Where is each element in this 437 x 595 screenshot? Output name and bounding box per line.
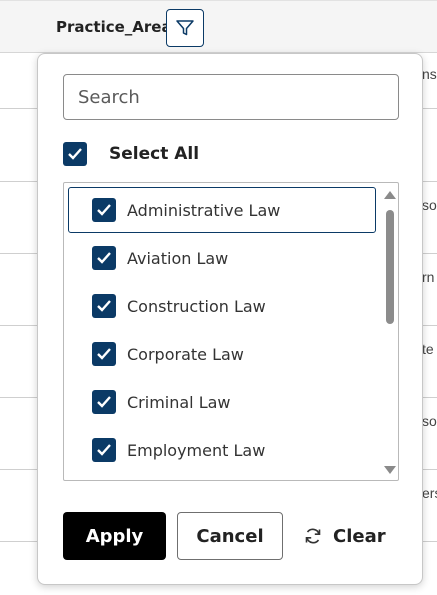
select-all-checkbox[interactable] xyxy=(63,142,87,166)
filter-funnel-icon xyxy=(176,20,194,36)
filter-popup: Select All Administrative Law Aviation L… xyxy=(37,53,423,585)
checkmark-icon xyxy=(97,300,111,312)
column-filter-button[interactable] xyxy=(166,9,204,47)
option-label: Aviation Law xyxy=(127,248,229,268)
filter-options-list[interactable]: Administrative Law Aviation Law Construc… xyxy=(63,182,399,481)
option-checkbox[interactable] xyxy=(92,342,116,366)
checkmark-icon xyxy=(97,204,111,216)
checkmark-icon xyxy=(97,396,111,408)
scrollbar-thumb[interactable] xyxy=(386,210,394,324)
search-input[interactable] xyxy=(63,74,399,120)
filter-option[interactable]: Criminal Law xyxy=(68,379,376,425)
refresh-icon xyxy=(305,528,321,544)
grid-header-row: Practice_Area xyxy=(0,0,437,53)
checkmark-icon xyxy=(97,348,111,360)
option-label: Criminal Law xyxy=(127,392,231,412)
option-label: Construction Law xyxy=(127,296,266,316)
cell-fragment: rn xyxy=(422,269,435,285)
clear-button-label: Clear xyxy=(333,525,386,547)
filter-option[interactable]: Construction Law xyxy=(68,283,376,329)
cell-fragment: ns xyxy=(422,66,437,82)
option-checkbox[interactable] xyxy=(92,294,116,318)
scroll-up-arrow-icon[interactable] xyxy=(384,191,396,199)
checkmark-icon xyxy=(97,252,111,264)
option-label: Corporate Law xyxy=(127,344,244,364)
option-label: Employment Law xyxy=(127,440,266,460)
option-checkbox[interactable] xyxy=(92,198,116,222)
filter-option[interactable]: Employment Law xyxy=(68,427,376,473)
checkmark-icon xyxy=(68,148,82,160)
filter-option[interactable]: Administrative Law xyxy=(68,187,376,233)
cell-fragment: so xyxy=(422,413,437,429)
option-checkbox[interactable] xyxy=(92,390,116,414)
cell-fragment: te xyxy=(422,341,434,357)
option-checkbox[interactable] xyxy=(92,246,116,270)
option-checkbox[interactable] xyxy=(92,438,116,462)
apply-button[interactable]: Apply xyxy=(63,512,166,560)
select-all-row[interactable]: Select All xyxy=(63,142,199,166)
filter-option[interactable]: Aviation Law xyxy=(68,235,376,281)
list-scrollbar[interactable] xyxy=(380,183,398,480)
cell-fragment: ers xyxy=(422,485,437,501)
select-all-label: Select All xyxy=(109,144,200,164)
cancel-button[interactable]: Cancel xyxy=(177,512,283,560)
option-label: Administrative Law xyxy=(127,200,281,220)
checkmark-icon xyxy=(97,444,111,456)
clear-button[interactable]: Clear xyxy=(303,512,393,560)
scroll-down-arrow-icon[interactable] xyxy=(384,466,396,474)
filter-option[interactable]: Corporate Law xyxy=(68,331,376,377)
cell-fragment: so xyxy=(422,197,437,213)
column-header-practice-area[interactable]: Practice_Area xyxy=(56,18,172,36)
